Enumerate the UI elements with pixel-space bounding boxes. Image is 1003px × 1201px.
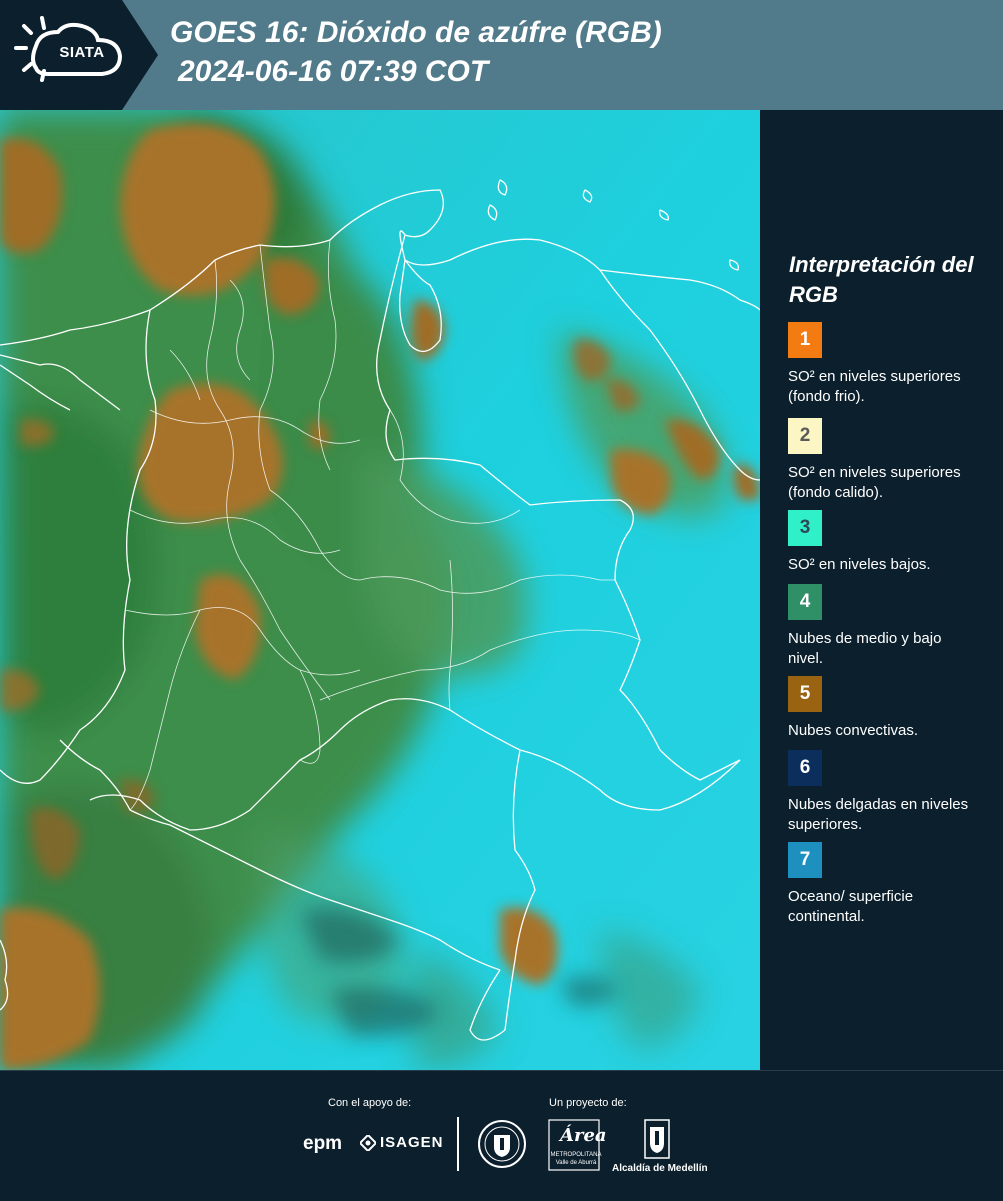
legend-label-1: SO² en niveles superiores (fondo frio). — [788, 368, 961, 405]
area-metropolitana-logo: Área METROPOLITANA Valle de Aburrá — [548, 1119, 607, 1171]
area-logo-script: Área — [560, 1125, 607, 1146]
legend-item-5: 5 Nubes convectivas. — [788, 676, 978, 741]
legend-item-2: 2 SO² en niveles superiores (fondo calid… — [788, 418, 978, 503]
alcaldia-text: Alcaldía de Medellín — [612, 1163, 708, 1174]
alcaldia-logo: Alcaldía de Medellín — [612, 1119, 708, 1179]
isagen-logo: ISAGEN — [360, 1134, 444, 1151]
legend-swatch-1: 1 — [788, 322, 822, 358]
project-caption: Un proyecto de: — [549, 1097, 627, 1109]
legend-label-2: SO² en niveles superiores (fondo calido)… — [788, 464, 961, 501]
legend-swatch-3: 3 — [788, 510, 822, 546]
siata-logo: SIATA — [0, 0, 158, 110]
page-title: GOES 16: Dióxido de azúfre (RGB) — [170, 16, 662, 49]
timestamp-title: 2024-06-16 07:39 COT — [178, 55, 489, 88]
footer: Con el apoyo de: Un proyecto de: epm ISA… — [0, 1070, 1003, 1201]
legend-swatch-6: 6 — [788, 750, 822, 786]
legend-swatch-2: 2 — [788, 418, 822, 454]
alcaldia-shield-icon — [644, 1119, 670, 1159]
legend-swatch-4: 4 — [788, 584, 822, 620]
legend-swatch-5: 5 — [788, 676, 822, 712]
legend-label-4: Nubes de medio y bajo nivel. — [788, 630, 942, 667]
legend-item-3: 3 SO² en niveles bajos. — [788, 510, 978, 575]
legend-label-6: Nubes delgadas en niveles superiores. — [788, 796, 969, 833]
isagen-icon — [360, 1134, 376, 1151]
legend-label-7: Oceano/ superficie continental. — [788, 888, 914, 925]
legend-label-3: SO² en niveles bajos. — [788, 556, 931, 573]
legend-item-7: 7 Oceano/ superficie continental. — [788, 842, 978, 927]
header-bar: SIATA GOES 16: Dióxido de azúfre (RGB) 2… — [0, 0, 1003, 110]
satellite-map-graphic — [0, 110, 760, 1070]
footer-divider — [457, 1117, 459, 1171]
medellin-seal-icon — [478, 1120, 526, 1168]
support-caption: Con el apoyo de: — [328, 1097, 412, 1109]
area-logo-subtitle-2: Valle de Aburrá — [555, 1160, 597, 1166]
legend-item-6: 6 Nubes delgadas en niveles superiores. — [788, 750, 978, 835]
logo-text: SIATA — [59, 44, 105, 61]
isagen-text: ISAGEN — [380, 1134, 444, 1151]
epm-logo: epm — [303, 1133, 343, 1154]
legend-swatch-7: 7 — [788, 842, 822, 878]
legend-item-1: 1 SO² en niveles superiores (fondo frio)… — [788, 322, 978, 407]
legend-title: Interpretación del RGB — [789, 252, 974, 307]
legend-item-4: 4 Nubes de medio y bajo nivel. — [788, 584, 978, 669]
area-logo-subtitle: METROPOLITANA — [550, 1152, 602, 1158]
legend-label-5: Nubes convectivas. — [788, 722, 919, 739]
legend-panel: Interpretación del RGB 1 SO² en niveles … — [760, 110, 1003, 1070]
satellite-image — [0, 110, 760, 1070]
